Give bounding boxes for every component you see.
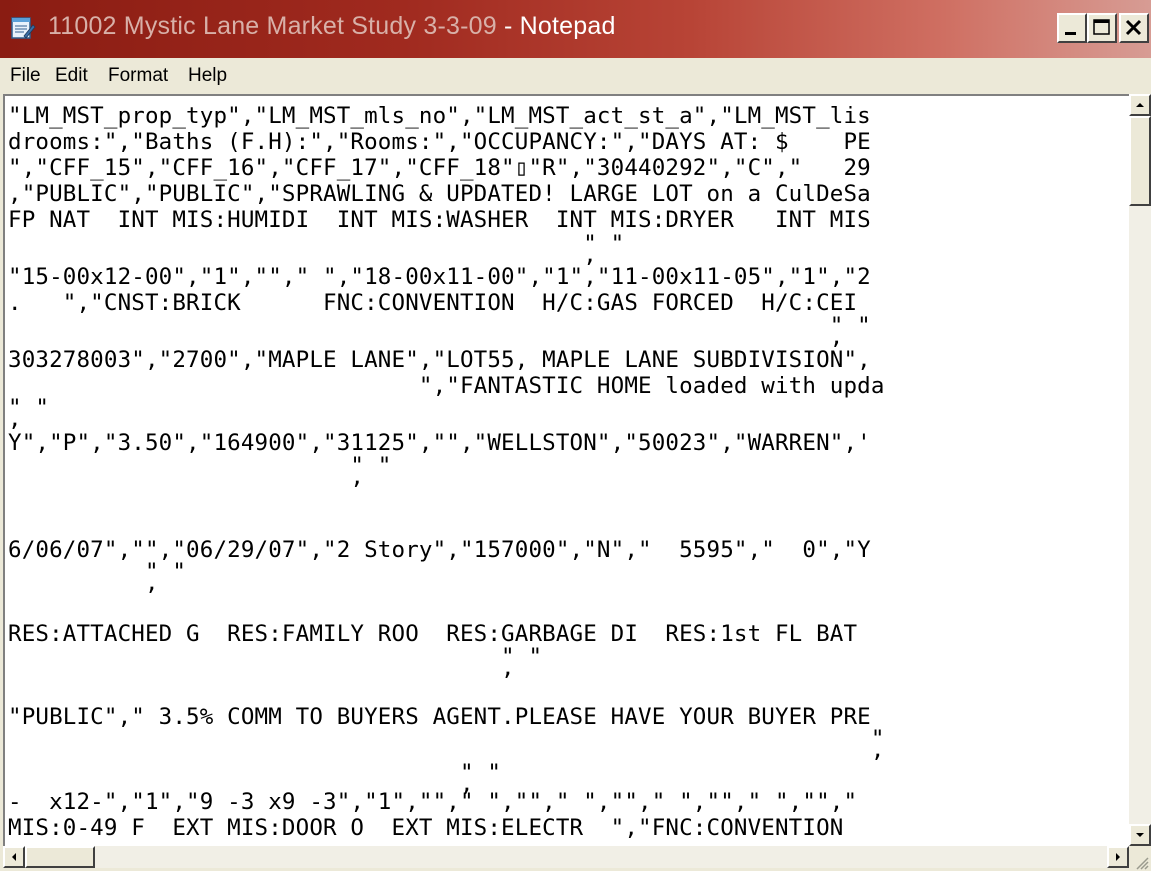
window-title-app: - Notepad (496, 12, 616, 40)
notepad-icon (11, 17, 36, 39)
minimize-icon (1065, 32, 1076, 35)
scroll-right-button[interactable] (1107, 846, 1129, 868)
text-line: 303278003","2700","MAPLE LANE","LOT55, M… (8, 347, 871, 373)
resize-grip-icon (1136, 857, 1149, 870)
text-line: - x12-","1","9 -3 x9 -3","1",""," ","","… (8, 789, 858, 815)
window-title: 11002 Mystic Lane Market Study 3-3-09 - … (48, 12, 616, 41)
minimize-button[interactable] (1057, 13, 1087, 43)
text-line: "PUBLIC"," 3.5% COMM TO BUYERS AGENT.PLE… (8, 704, 871, 730)
menu-file[interactable]: File (10, 65, 41, 87)
close-icon (1125, 19, 1142, 36)
scroll-up-button[interactable] (1129, 94, 1151, 116)
close-button[interactable] (1119, 13, 1149, 43)
text-line: 6/06/07","","06/29/07","2 Story","157000… (8, 537, 871, 563)
arrow-down-icon (1136, 833, 1144, 837)
horizontal-scroll-thumb[interactable] (25, 846, 95, 868)
text-line: , (8, 655, 515, 681)
text-line: , (8, 324, 844, 350)
text-line: ","CFF_15","CFF_16","CFF_17","CFF_18"▯"R… (8, 155, 871, 181)
text-line: , (8, 737, 885, 763)
vertical-scroll-thumb[interactable] (1129, 116, 1151, 206)
text-line: drooms:","Baths (F.H):","Rooms:","OCCUPA… (8, 129, 871, 155)
text-line: "LM_MST_prop_typ","LM_MST_mls_no","LM_MS… (8, 103, 871, 129)
notepad-window: 11002 Mystic Lane Market Study 3-3-09 - … (0, 0, 1151, 871)
horizontal-scrollbar[interactable] (3, 846, 1129, 868)
arrow-left-icon (12, 853, 16, 861)
text-line: . ","CNST:BRICK FNC:CONVENTION H/C:GAS F… (8, 290, 858, 316)
text-line: , (8, 242, 597, 268)
text-line: , (8, 406, 22, 432)
vertical-scrollbar[interactable] (1129, 94, 1151, 846)
text-line: , (8, 464, 365, 490)
menu-help[interactable]: Help (188, 65, 227, 87)
text-editor[interactable]: "LM_MST_prop_typ","LM_MST_mls_no","LM_MS… (3, 94, 1129, 846)
text-line: ","FANTASTIC HOME loaded with upda (8, 373, 885, 399)
text-line: MIS:0-49 F EXT MIS:DOOR O EXT MIS:ELECTR… (8, 815, 844, 841)
text-line: "15-00x12-00","1",""," ","18-00x11-00","… (8, 264, 871, 290)
resize-grip[interactable] (1129, 846, 1151, 871)
menu-bar: File Edit Format Help (0, 58, 1151, 94)
window-title-filename: 11002 Mystic Lane Market Study 3-3-09 (48, 12, 497, 40)
maximize-button[interactable] (1087, 13, 1117, 43)
scroll-left-button[interactable] (3, 846, 25, 868)
title-bar[interactable]: 11002 Mystic Lane Market Study 3-3-09 - … (0, 0, 1151, 58)
text-line: Y","P","3.50","164900","31125","","WELLS… (8, 430, 871, 456)
menu-edit[interactable]: Edit (55, 65, 88, 87)
arrow-up-icon (1136, 103, 1144, 107)
scroll-down-button[interactable] (1129, 824, 1151, 846)
arrow-right-icon (1116, 853, 1120, 861)
menu-format[interactable]: Format (108, 65, 168, 87)
text-line: FP NAT INT MIS:HUMIDI INT MIS:WASHER INT… (8, 207, 871, 233)
text-line: RES:ATTACHED G RES:FAMILY ROO RES:GARBAG… (8, 621, 858, 647)
text-line: , (8, 570, 159, 596)
text-line: ,"PUBLIC","PUBLIC","SPRAWLING & UPDATED!… (8, 181, 871, 207)
maximize-icon (1093, 19, 1110, 35)
